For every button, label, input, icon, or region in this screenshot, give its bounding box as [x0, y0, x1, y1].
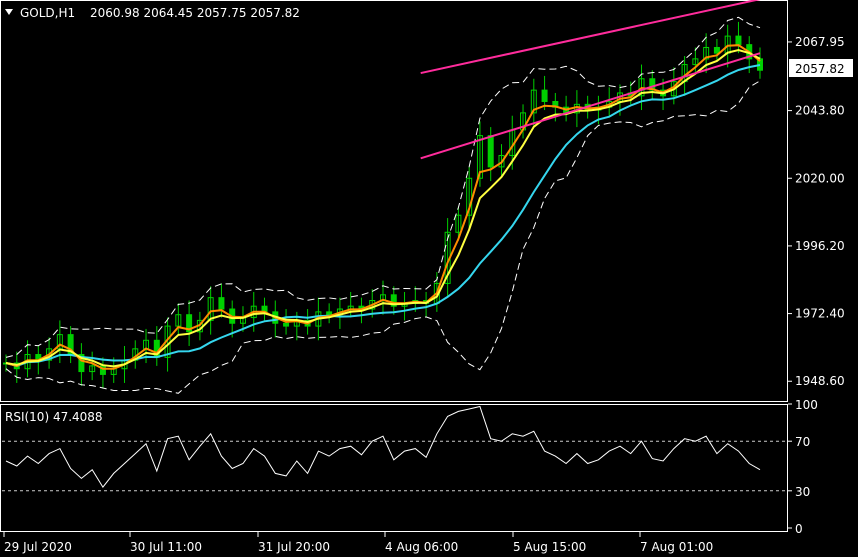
- candle-body: [735, 35, 742, 46]
- trading-chart[interactable]: GOLD,H1 2060.98 2064.45 2057.75 2057.82 …: [0, 0, 858, 557]
- trend-channel[interactable]: [420, 0, 761, 160]
- bollinger-lower: [5, 80, 761, 394]
- current-price-value: 2057.82: [795, 62, 845, 76]
- rsi-line: [5, 405, 761, 488]
- candle-body: [218, 297, 225, 310]
- price-tick-label: 1948.60: [795, 374, 845, 388]
- candles: [3, 21, 763, 389]
- rsi-panel-frame: [0, 404, 788, 532]
- price-tick-label: 2020.00: [795, 171, 845, 185]
- rsi-label: RSI(10) 47.4088: [5, 410, 103, 424]
- time-tick-label: 29 Jul 2020: [4, 540, 72, 554]
- rsi-tick-label: 70: [795, 435, 810, 449]
- channel-upper-line[interactable]: [420, 0, 761, 75]
- candle-body: [283, 322, 290, 327]
- price-axis: 2067.95 2043.80 2020.00 1996.20 1972.40 1948.…: [788, 35, 845, 388]
- chart-header: GOLD,H1 2060.98 2064.45 2057.75 2057.82: [5, 6, 300, 20]
- time-tick-label: 31 Jul 20:00: [258, 540, 330, 554]
- triangle-down-icon[interactable]: [5, 9, 13, 15]
- price-tick-label: 1996.20: [795, 239, 845, 253]
- current-price-tag: 2057.82: [789, 59, 853, 77]
- price-tick-label: 2067.95: [795, 35, 845, 49]
- time-tick-label: 7 Aug 01:00: [640, 540, 713, 554]
- candle-body: [326, 311, 333, 316]
- candle-body: [713, 46, 720, 54]
- rsi-axis: 100 70 30 0: [788, 398, 818, 536]
- candle-body: [487, 135, 494, 168]
- sma-long-line: [5, 64, 761, 367]
- moving-averages: [5, 44, 761, 370]
- ema-fast-line: [5, 44, 761, 370]
- candle-body: [541, 89, 548, 102]
- time-axis: 29 Jul 2020 30 Jul 11:00 31 Jul 20:00 4 Aug…: [3, 532, 713, 554]
- bollinger-bands: [5, 16, 761, 394]
- time-tick-label: 4 Aug 06:00: [385, 540, 458, 554]
- rsi-tick-label: 0: [795, 522, 803, 536]
- time-tick-label: 30 Jul 11:00: [130, 540, 202, 554]
- channel-lower-line[interactable]: [420, 52, 761, 160]
- price-panel-frame: [0, 0, 788, 402]
- time-tick-label: 5 Aug 15:00: [513, 540, 586, 554]
- rsi-plot: [2, 405, 786, 492]
- rsi-tick-label: 30: [795, 485, 810, 499]
- symbol-label: GOLD,H1: [20, 6, 75, 20]
- price-tick-label: 1972.40: [795, 307, 845, 321]
- price-tick-label: 2043.80: [795, 104, 845, 118]
- ohlc-values: 2060.98 2064.45 2057.75 2057.82: [90, 6, 300, 20]
- rsi-tick-label: 100: [795, 398, 818, 412]
- ema-slow-line: [5, 48, 761, 368]
